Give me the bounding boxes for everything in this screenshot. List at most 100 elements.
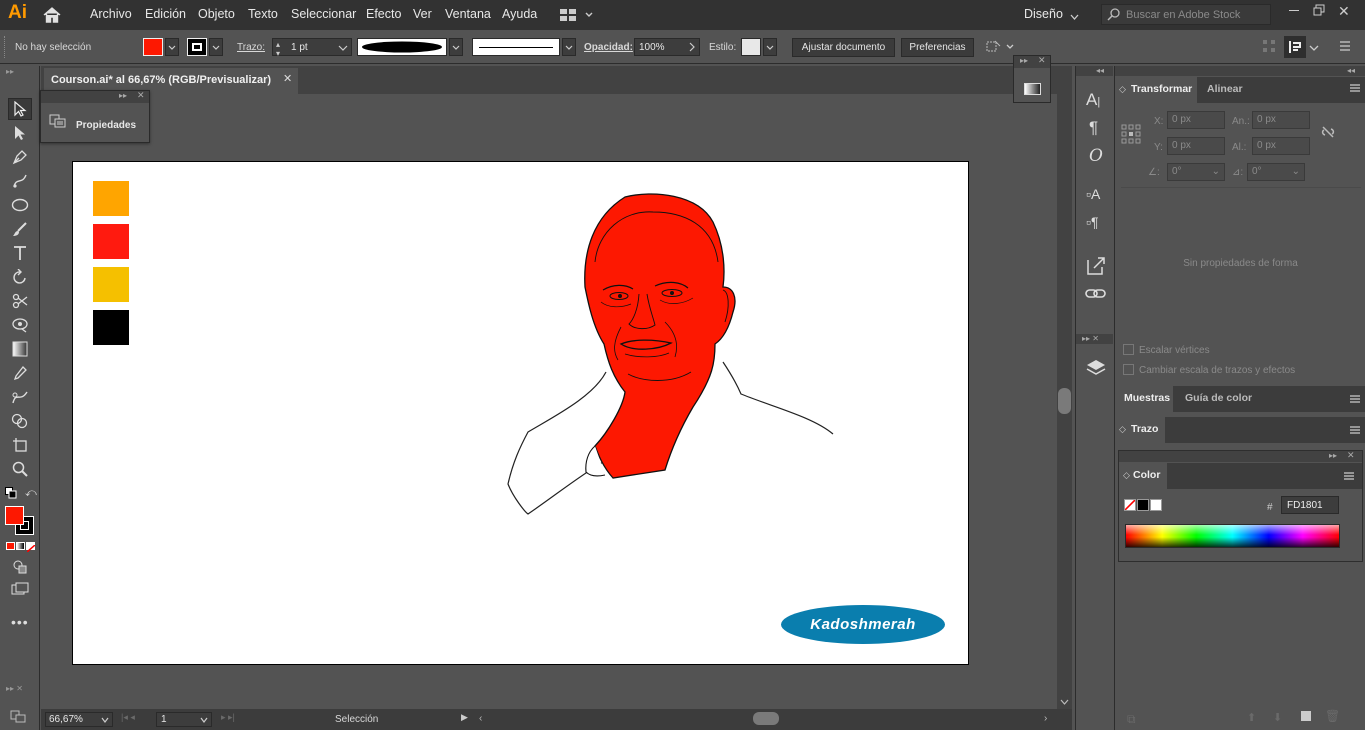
direct-selection-tool-icon[interactable] <box>8 122 32 144</box>
arrange-documents-icon[interactable] <box>560 8 594 25</box>
collapse-icon[interactable]: ▸▸ <box>1020 56 1028 65</box>
preferences-button[interactable]: Preferencias <box>901 38 974 57</box>
curvature-tool-icon[interactable] <box>8 170 32 192</box>
search-input[interactable]: Buscar en Adobe Stock <box>1126 9 1240 21</box>
properties-small-icon[interactable] <box>10 708 28 727</box>
menu-icon[interactable] <box>1337 38 1353 54</box>
export-icon[interactable] <box>1086 256 1106 279</box>
brush-definition[interactable] <box>472 38 560 56</box>
menu-seleccionar[interactable]: Seleccionar <box>291 7 356 21</box>
puppet-warp-tool-icon[interactable] <box>8 314 32 336</box>
tab-color-guide[interactable]: Guía de color <box>1185 392 1252 404</box>
chevron-down-icon[interactable] <box>1070 11 1079 23</box>
close-window-icon[interactable]: ✕ <box>1338 3 1350 20</box>
menu-edicion[interactable]: Edición <box>145 7 186 21</box>
angle-field[interactable]: 0° ⌄ <box>1167 163 1225 181</box>
tab-swatches-label[interactable]: Muestras <box>1124 392 1170 404</box>
trash-icon[interactable]: 🗑 <box>1325 709 1340 723</box>
eyedropper-tool-icon[interactable] <box>8 362 32 384</box>
ellipse-tool-icon[interactable] <box>8 194 32 216</box>
panel-expand-icon[interactable]: ◇ <box>1119 84 1126 95</box>
chevron-down-icon[interactable] <box>100 714 110 729</box>
stock-search[interactable]: Buscar en Adobe Stock <box>1101 4 1271 25</box>
workspace-switcher[interactable]: Diseño <box>1024 7 1063 21</box>
brush-library-icon[interactable]: ⧉ <box>1127 712 1136 727</box>
close-icon[interactable]: ✕ <box>1038 55 1046 66</box>
width-field[interactable]: 0 px <box>1252 111 1310 129</box>
links-icon[interactable] <box>1085 288 1107 303</box>
transform-icon[interactable] <box>985 39 1015 58</box>
stroke-swatch[interactable] <box>187 38 207 56</box>
panel-menu-icon[interactable] <box>1349 82 1361 97</box>
artboard[interactable]: Kadoshmerah <box>72 161 969 665</box>
menu-efecto[interactable]: Efecto <box>366 7 401 21</box>
default-colors-icon[interactable] <box>5 487 17 502</box>
new-item-icon[interactable] <box>1301 711 1311 721</box>
profile-dropdown[interactable] <box>449 38 463 56</box>
scale-strokes-checkbox[interactable] <box>1123 364 1134 375</box>
swatch-yellow[interactable] <box>93 267 129 302</box>
character-icon[interactable]: A| <box>1086 90 1100 110</box>
close-tab-icon[interactable]: ✕ <box>283 72 292 85</box>
collapse-icon[interactable]: ▸▸ <box>6 67 14 76</box>
first-page-icon[interactable]: |◂ ◂ <box>121 712 135 723</box>
horizontal-scrollbar-thumb[interactable] <box>753 712 779 725</box>
white-color-swatch[interactable] <box>1150 499 1162 511</box>
collapse-icon[interactable]: ▸▸ ✕ <box>1082 334 1099 343</box>
color-mode-icon[interactable] <box>6 542 15 550</box>
stroke-weight-field[interactable]: ▴ ▾ 1 pt <box>272 38 352 58</box>
x-field[interactable]: 0 px <box>1167 111 1225 129</box>
none-mode-icon[interactable] <box>26 542 36 553</box>
home-icon[interactable] <box>42 6 62 27</box>
chevron-down-icon[interactable] <box>337 40 349 57</box>
portrait-illustration[interactable] <box>493 192 843 522</box>
character-styles-icon[interactable]: ▫A <box>1086 186 1100 202</box>
height-field[interactable]: 0 px <box>1252 137 1310 155</box>
stroke-dropdown[interactable] <box>209 38 223 56</box>
color-spectrum[interactable] <box>1125 524 1340 548</box>
graphic-style-swatch[interactable] <box>741 38 761 56</box>
scrollbar-thumb[interactable] <box>1058 388 1071 414</box>
align-icon[interactable] <box>1262 39 1276 56</box>
blend-tool-icon[interactable] <box>8 386 32 408</box>
black-color-swatch[interactable] <box>1137 499 1149 511</box>
chevron-down-icon[interactable] <box>199 714 209 729</box>
artboard-tool-icon[interactable] <box>8 434 32 456</box>
style-dropdown[interactable] <box>763 38 777 56</box>
menu-texto[interactable]: Texto <box>248 7 278 21</box>
collapse-icon[interactable]: ◂◂ <box>1096 66 1104 75</box>
type-tool-icon[interactable] <box>8 242 32 264</box>
draw-mode-icon[interactable] <box>8 556 32 578</box>
tab-stroke-label[interactable]: Trazo <box>1131 423 1158 435</box>
tab-color-label[interactable]: Color <box>1133 469 1160 481</box>
hex-input[interactable]: FD1801 <box>1281 496 1339 514</box>
move-up-icon[interactable]: ⬆ <box>1247 711 1256 724</box>
tab-transform-label[interactable]: Transformar <box>1131 83 1192 95</box>
panel-expand-icon[interactable]: ◇ <box>1119 424 1126 435</box>
properties-label[interactable]: Propiedades <box>76 120 136 131</box>
swap-colors-icon[interactable]: ⤺ <box>25 487 37 500</box>
fit-document-button[interactable]: Ajustar documento <box>792 38 895 57</box>
menu-ver[interactable]: Ver <box>413 7 432 21</box>
stepper-icon[interactable]: ▴ ▾ <box>276 40 280 58</box>
shear-field[interactable]: 0° ⌄ <box>1247 163 1305 181</box>
restore-icon[interactable] <box>1313 4 1325 19</box>
panel-toggle-icon[interactable] <box>1284 36 1306 58</box>
menu-archivo[interactable]: Archivo <box>90 7 132 21</box>
opacity-label[interactable]: Opacidad: <box>584 42 633 53</box>
gradient-icon[interactable] <box>1024 83 1041 95</box>
paintbrush-tool-icon[interactable] <box>8 218 32 240</box>
panel-menu-icon[interactable] <box>1349 393 1361 408</box>
status-menu-arrow-icon[interactable]: ▶ <box>461 712 468 723</box>
chevron-down-icon[interactable] <box>1309 43 1319 55</box>
close-icon[interactable]: ✕ <box>137 90 145 101</box>
panel-menu-icon[interactable] <box>1349 424 1361 439</box>
stroke-label[interactable]: Trazo: <box>237 42 265 53</box>
panel-expand-icon[interactable]: ◇ <box>1123 470 1130 481</box>
variable-width-profile[interactable] <box>357 38 447 56</box>
collapse-icon[interactable]: ◂◂ <box>1347 66 1355 75</box>
more-tools-icon[interactable]: ••• <box>11 614 29 630</box>
scroll-left-icon[interactable]: ‹ <box>479 713 482 724</box>
chevron-down-icon[interactable] <box>1060 696 1069 708</box>
collapse-icon[interactable]: ▸▸ ✕ <box>6 684 23 693</box>
